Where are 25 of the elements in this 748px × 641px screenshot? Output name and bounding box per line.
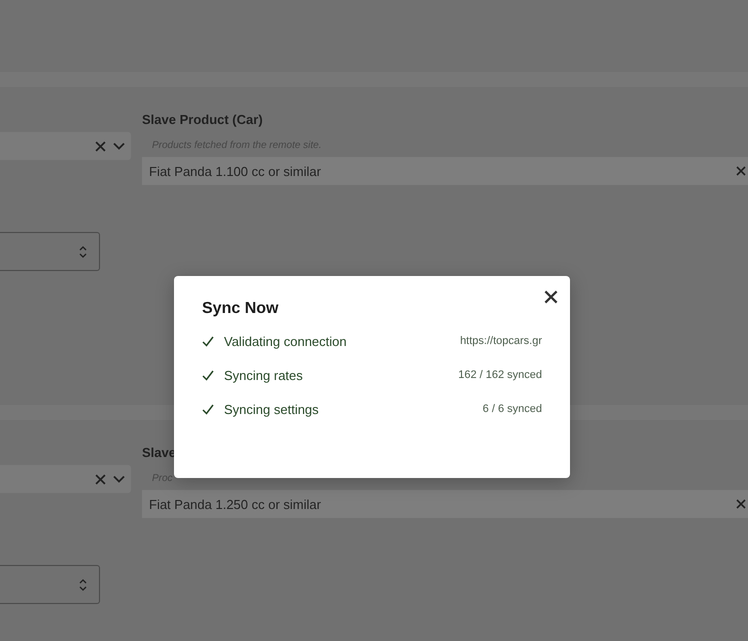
close-icon xyxy=(544,290,558,304)
step-label: Validating connection xyxy=(224,334,348,348)
product-field[interactable]: Fiat Panda 1.250 cc or similar xyxy=(142,490,748,518)
close-button[interactable] xyxy=(544,290,558,304)
clear-icon xyxy=(736,166,746,176)
field-label: Slave xyxy=(142,445,177,460)
step-label: Syncing rates xyxy=(224,368,304,382)
select-field[interactable] xyxy=(0,465,131,493)
clear-icon xyxy=(736,499,746,509)
step-detail: https://topcars.gr xyxy=(460,335,542,347)
clear-icon xyxy=(95,474,106,484)
up-down-icon xyxy=(79,244,87,258)
step-label: Syncing settings xyxy=(224,402,320,416)
dialog-title: Sync Now xyxy=(202,300,278,318)
chevron-down-icon xyxy=(113,475,125,483)
product-field[interactable]: Fiat Panda 1.100 cc or similar xyxy=(142,157,748,185)
select-field[interactable] xyxy=(0,132,131,160)
up-down-icon xyxy=(79,578,87,592)
field-label: Slave Product (Car) xyxy=(142,112,264,127)
number-field[interactable] xyxy=(0,232,100,271)
clear-icon xyxy=(95,140,106,152)
chevron-down-icon xyxy=(113,142,125,150)
number-field[interactable] xyxy=(0,565,100,604)
step-detail: 6 / 6 synced xyxy=(482,403,542,415)
step-detail: 162 / 162 synced xyxy=(458,369,542,381)
